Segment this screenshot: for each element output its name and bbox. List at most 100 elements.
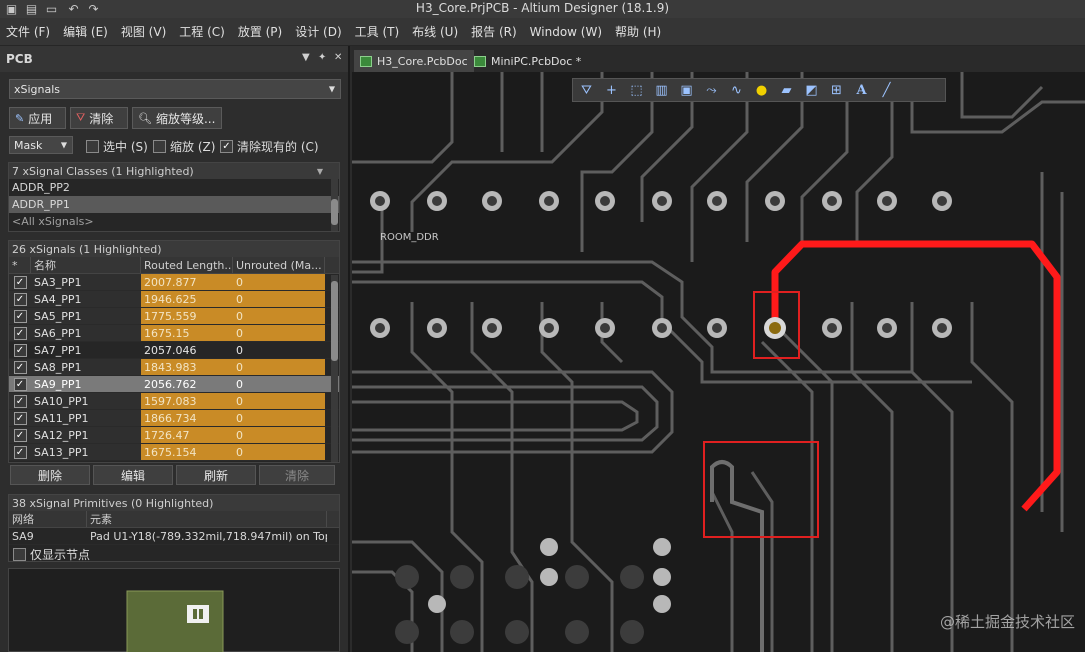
pcb-doc-icon (474, 55, 486, 67)
check-icon[interactable]: ✓ (13, 275, 27, 289)
table-row[interactable]: ✓ SA6_PP1 1675.15 0 (9, 325, 339, 342)
check-icon[interactable]: ✓ (13, 292, 27, 306)
text-icon[interactable]: A (852, 81, 871, 99)
check-icon[interactable]: ✓ (13, 326, 27, 340)
table-row[interactable]: ✓ SA5_PP1 1775.559 0 (9, 308, 339, 325)
menu-file[interactable]: 文件 (F) (6, 23, 50, 40)
menu-design[interactable]: 设计 (D) (295, 23, 341, 40)
panel-menu-icon[interactable]: ▼ (302, 52, 310, 63)
col-name[interactable]: 名称 (31, 257, 141, 273)
check-icon[interactable]: ✓ (13, 309, 27, 323)
polygon-icon[interactable]: ◩ (802, 81, 821, 99)
check-icon[interactable]: ✓ (13, 445, 27, 459)
diff-pair-icon[interactable]: ∿ (727, 81, 746, 99)
menu-reports[interactable]: 报告 (R) (471, 23, 517, 40)
select-rect-icon[interactable]: ⬚ (627, 81, 646, 99)
via-hole (770, 196, 780, 206)
routed-length: 1775.559 (141, 308, 233, 324)
table-row-selected[interactable]: ✓ SA9_PP1 2056.762 0 (9, 376, 339, 393)
xsignal-classes-list: 7 xSignal Classes (1 Highlighted) ▼ ADDR… (8, 162, 340, 232)
zoom-level-button[interactable]: 🔍︎ 缩放等级... (132, 107, 222, 129)
table-row[interactable]: ✓ SA7_PP1 2057.046 0 (9, 342, 339, 359)
view-select[interactable]: xSignals ▼ (9, 79, 341, 99)
fill-icon[interactable]: ▰ (777, 81, 796, 99)
tab-h3-core[interactable]: H3_Core.PcbDoc (354, 50, 474, 72)
clear-action-button[interactable]: 清除 (259, 465, 335, 485)
via-hole (375, 323, 385, 333)
clear-existing-checkbox[interactable]: ✓ 清除现有的 (C) (220, 138, 319, 155)
nodes-only-checkbox[interactable]: 仅显示节点 (13, 546, 90, 563)
watermark: @稀土掘金技术社区 (939, 613, 1075, 631)
close-icon[interactable]: ✕ (334, 52, 342, 63)
line-icon[interactable]: ╱ (877, 81, 896, 99)
routed-length: 1843.983 (141, 359, 233, 375)
chip-icon[interactable]: ▣ (677, 81, 696, 99)
dimension-icon[interactable]: ⊞ (827, 81, 846, 99)
menu-view[interactable]: 视图 (V) (121, 23, 166, 40)
col-routed-length[interactable]: Routed Length... (141, 257, 233, 273)
col-element[interactable]: 元素 (87, 511, 327, 527)
collapse-icon[interactable]: ▼ (317, 167, 323, 176)
room-label: ROOM_DDR (380, 232, 439, 243)
pcb-canvas[interactable]: ROOM_DDR ⛛ + ⬚ ▥ ▣ ⤳ ∿ ● ▰ ◩ ⊞ A ╱ @稀土掘金… (352, 72, 1085, 652)
zoom-checkbox[interactable]: 缩放 (Z) (153, 138, 215, 155)
edit-button[interactable]: 编辑 (93, 465, 173, 485)
check-icon[interactable]: ✓ (13, 428, 27, 442)
table-row[interactable]: ✓ SA8_PP1 1843.983 0 (9, 359, 339, 376)
col-net[interactable]: 网络 (9, 511, 87, 527)
route-icon[interactable]: ⤳ (702, 81, 721, 99)
menu-route[interactable]: 布线 (U) (412, 23, 458, 40)
menu-tools[interactable]: 工具 (T) (355, 23, 400, 40)
menu-place[interactable]: 放置 (P) (238, 23, 282, 40)
clear-button[interactable]: ⛛ 清除 (70, 107, 128, 129)
unrouted-value: 0 (233, 308, 325, 324)
check-icon[interactable]: ✓ (13, 360, 27, 374)
via-hole (487, 196, 497, 206)
primitive-row[interactable]: SA9 Pad U1-Y18(-789.332mil,718.947mil) o… (9, 528, 339, 545)
table-row[interactable]: ✓ SA10_PP1 1597.083 0 (9, 393, 339, 410)
table-row[interactable]: ✓ SA13_PP1 1675.154 0 (9, 444, 339, 461)
mask-select[interactable]: Mask ▼ (9, 136, 73, 154)
routed-length: 1675.15 (141, 325, 233, 341)
signal-name: SA6_PP1 (31, 325, 141, 341)
check-icon[interactable]: ✓ (13, 394, 27, 408)
delete-button[interactable]: 删除 (10, 465, 90, 485)
class-item-selected[interactable]: ADDR_PP1 (9, 196, 339, 213)
classes-scroll-thumb[interactable] (331, 199, 338, 225)
apply-button[interactable]: ✎ 应用 (9, 107, 66, 129)
table-row[interactable]: ✓ SA12_PP1 1726.47 0 (9, 427, 339, 444)
check-icon[interactable]: ✓ (13, 343, 27, 357)
document-tabs: H3_Core.PcbDoc MiniPC.PcbDoc * (352, 46, 1085, 72)
signals-scroll-thumb[interactable] (331, 281, 338, 361)
tab-minipc[interactable]: MiniPC.PcbDoc * (468, 50, 587, 72)
via-icon[interactable]: ● (752, 81, 771, 99)
check-icon[interactable]: ✓ (13, 411, 27, 425)
crosshair-icon[interactable]: + (602, 81, 621, 99)
unrouted-value: 0 (233, 376, 325, 392)
col-star[interactable]: * (9, 257, 31, 273)
class-item[interactable]: ADDR_PP2 (9, 179, 339, 196)
check-icon[interactable]: ✓ (13, 377, 27, 391)
menu-help[interactable]: 帮助 (H) (615, 23, 661, 40)
routed-length: 2057.046 (144, 343, 197, 357)
check-icon: ✓ (220, 140, 233, 153)
select-checkbox[interactable]: 选中 (S) (86, 138, 148, 155)
filter-icon[interactable]: ⛛ (577, 81, 596, 99)
table-row[interactable]: ✓ SA4_PP1 1946.625 0 (9, 291, 339, 308)
class-item-all[interactable]: <All xSignals> (9, 213, 339, 230)
pin-icon[interactable]: ✦ (318, 52, 326, 63)
refresh-button[interactable]: 刷新 (176, 465, 256, 485)
table-row[interactable]: ✓ SA11_PP1 1866.734 0 (9, 410, 339, 427)
via-hole (657, 323, 667, 333)
menu-edit[interactable]: 编辑 (E) (63, 23, 108, 40)
menu-window[interactable]: Window (W) (530, 25, 602, 39)
chart-icon[interactable]: ▥ (652, 81, 671, 99)
routed-length: 1675.154 (141, 444, 233, 460)
signal-name: SA9_PP1 (31, 376, 141, 392)
menu-project[interactable]: 工程 (C) (179, 23, 225, 40)
table-row[interactable]: ✓ SA3_PP1 2007.877 0 (9, 274, 339, 291)
signal-name: SA3_PP1 (31, 274, 141, 290)
via-hole (657, 196, 667, 206)
col-unrouted[interactable]: Unrouted (Ma... (233, 257, 325, 273)
board-preview[interactable] (8, 568, 340, 652)
